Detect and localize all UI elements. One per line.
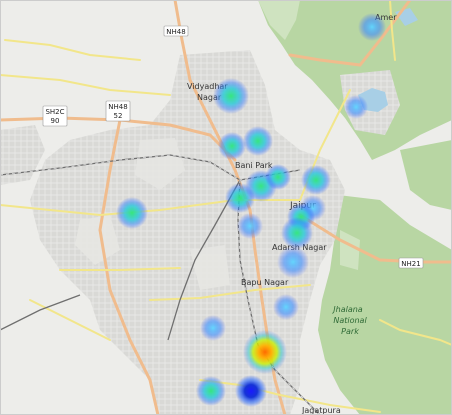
heat-spot-amer <box>358 13 386 41</box>
svg-text:52: 52 <box>114 112 123 120</box>
shield-nh48-mid: NH48 52 <box>105 100 131 122</box>
svg-text:Park: Park <box>341 327 359 336</box>
map-view[interactable]: NH48 SH2C 90 NH48 52 NH21 Amer Vidyadhar… <box>0 0 452 415</box>
heat-spot-vidyadhar-nagar <box>213 78 249 114</box>
heat-spot-jal-mahal <box>344 95 368 119</box>
svg-text:National: National <box>333 316 367 325</box>
shield-sh2c: SH2C 90 <box>42 105 68 127</box>
heat-spot-west <box>116 197 148 229</box>
heat-spot-jaipur-center <box>281 217 313 249</box>
svg-text:NH21: NH21 <box>401 260 420 268</box>
heat-spot-old-city-1 <box>301 165 331 195</box>
shield-nh48-top: NH48 <box>163 25 189 37</box>
map-canvas: NH48 SH2C 90 NH48 52 NH21 Amer Vidyadhar… <box>0 0 452 415</box>
svg-text:Jhalana: Jhalana <box>331 305 363 314</box>
svg-text:90: 90 <box>51 117 60 125</box>
heat-spot-sanganer-1 <box>196 376 226 406</box>
heat-spot-sanganer-2 <box>235 375 267 407</box>
shield-nh21: NH21 <box>398 257 424 269</box>
label-bapu-nagar: Bapu Nagar <box>241 278 289 287</box>
heat-spot-gandhi-nagar <box>200 315 226 341</box>
label-bani-park: Bani Park <box>235 161 273 170</box>
heat-spot-center-2 <box>265 164 291 190</box>
svg-text:SH2C: SH2C <box>45 108 64 116</box>
heat-spot-malviya-hot <box>243 330 287 374</box>
heat-spot-bani-park-1 <box>218 132 246 160</box>
heat-spot-bani-park-2 <box>243 126 273 156</box>
svg-text:NH48: NH48 <box>108 103 127 111</box>
svg-text:NH48: NH48 <box>166 28 185 36</box>
heat-spot-adarsh-nagar-2 <box>273 294 299 320</box>
heat-spot-adarsh-nagar-1 <box>277 246 309 278</box>
heat-spot-south-station <box>237 213 263 239</box>
label-jagatpura: Jagatpura <box>301 406 341 415</box>
